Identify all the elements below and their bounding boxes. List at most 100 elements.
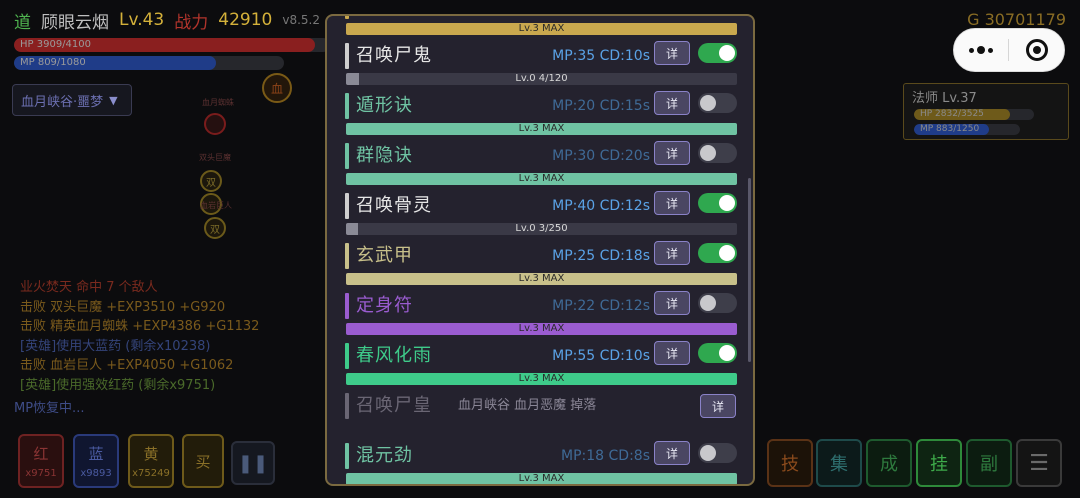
player-name: 顾眼云烟	[41, 12, 109, 33]
toggle-knob	[700, 95, 716, 111]
potion-count: x9893	[80, 468, 112, 479]
log-line: 击败 精英血月蜘蛛 +EXP4386 +G1132	[20, 319, 260, 334]
target-card[interactable]: 法师 Lv.37 HP 2832/3525 MP 883/1250	[903, 83, 1069, 140]
toggle-knob	[700, 145, 716, 161]
more-dots-icon[interactable]	[954, 46, 1008, 54]
skill-level-bar: Lv.3 MAX	[346, 123, 737, 135]
skill-stats: MP:22 CD:12s	[552, 298, 650, 314]
skill-toggle[interactable]	[698, 43, 737, 63]
skill-name: 遁形诀	[356, 95, 413, 116]
skill-name: 群隐诀	[356, 145, 413, 166]
auto-battle-button[interactable]: 挂	[916, 439, 962, 487]
dungeon-button[interactable]: 副	[966, 439, 1012, 487]
menu-button[interactable]: ☰	[1016, 439, 1062, 487]
skill-toggle[interactable]	[698, 193, 737, 213]
skill-name: 定身符	[356, 295, 413, 316]
skill-stats: MP:25 CD:18s	[552, 248, 650, 264]
pause-button[interactable]: ❚❚	[231, 441, 275, 485]
battle-log: 业火焚天 命中 7 个敌人 击败 双头巨魔 +EXP3510 +G920 击败 …	[20, 278, 259, 395]
circle-close-icon[interactable]	[1009, 39, 1064, 61]
target-hp-text: HP 2832/3525	[920, 109, 984, 119]
map-node-label: 血月蜘蛛	[202, 98, 234, 107]
game-screen: 道 顾眼云烟 Lv.43 战力 42910 v8.5.2 G 30701179 …	[0, 0, 1080, 498]
skill-level-bar: Lv.3 MAX	[346, 273, 737, 285]
skill-level-text: Lv.3 MAX	[518, 473, 565, 484]
skill-toggle[interactable]	[698, 293, 737, 313]
buy-label: 买	[195, 452, 211, 471]
skill-row: 召唤骨灵 MP:40 CD:12s Lv.0 3/250 详	[345, 190, 737, 240]
player-mp-bar: MP 809/1080	[14, 56, 284, 70]
toggle-knob	[700, 445, 716, 461]
player-header: 道 顾眼云烟 Lv.43 战力 42910 v8.5.2	[14, 8, 320, 33]
skill-level-bar: Lv.3 MAX	[346, 173, 737, 185]
skill-level-bar: Lv.3 MAX	[346, 323, 737, 335]
skill-accent	[345, 293, 349, 319]
potion-count: x75249	[132, 468, 170, 479]
skill-level-bar: Lv.3 MAX	[346, 23, 737, 35]
skill-toggle[interactable]	[698, 443, 737, 463]
skill-accent	[345, 393, 349, 419]
log-line: [英雄]使用大蓝药 (剩余x10238)	[20, 338, 211, 354]
map-node-label: 血岩巨人	[200, 201, 232, 210]
skill-button[interactable]: 技	[767, 439, 813, 487]
skill-detail-button[interactable]: 详	[654, 191, 690, 215]
skill-accent	[345, 243, 349, 269]
version-label: v8.5.2	[282, 13, 320, 27]
dao-badge: 道	[14, 12, 31, 33]
toggle-knob	[719, 45, 735, 61]
skill-detail-button[interactable]: 详	[654, 341, 690, 365]
map-node[interactable]: 血	[262, 73, 292, 103]
skill-stats: MP:55 CD:10s	[552, 348, 650, 364]
map-select[interactable]: 血月峡谷·噩梦 ▼	[12, 84, 132, 116]
skill-row: 混元劲 MP:18 CD:8s Lv.3 MAX 详	[345, 440, 737, 484]
target-name: 法师 Lv.37	[912, 91, 977, 106]
skill-toggle[interactable]	[698, 93, 737, 113]
map-node[interactable]	[204, 113, 226, 135]
skill-level-bar: Lv.3 MAX	[346, 373, 737, 385]
skill-level-text: Lv.3 MAX	[518, 323, 565, 334]
skill-row: 玄武甲 MP:25 CD:18s Lv.3 MAX 详	[345, 240, 737, 290]
skill-accent	[345, 93, 349, 119]
skill-accent	[345, 16, 349, 19]
player-hp-text: HP 3909/4100	[20, 39, 91, 50]
skill-level-text: Lv.3 MAX	[518, 173, 565, 184]
skill-stats: MP:30 CD:20s	[552, 148, 650, 164]
skill-stats: MP:40 CD:12s	[552, 198, 650, 214]
log-line: 击败 血岩巨人 +EXP4050 +G1062	[20, 358, 234, 373]
potion-label: 红	[33, 445, 49, 463]
skills-scrollbar[interactable]	[748, 178, 751, 362]
skill-name: 混元劲	[356, 445, 413, 466]
map-node[interactable]: 双	[200, 170, 222, 192]
miniprogram-capsule	[953, 28, 1065, 72]
blue-potion-button[interactable]: 蓝 x9893	[73, 434, 119, 488]
buy-button[interactable]: 买	[182, 434, 224, 488]
skill-detail-button[interactable]: 详	[654, 14, 690, 15]
skill-detail-button[interactable]: 详	[700, 394, 736, 418]
skill-toggle[interactable]	[698, 143, 737, 163]
skill-name: 玄武甲	[356, 245, 413, 266]
achievement-button[interactable]: 成	[866, 439, 912, 487]
skill-detail-button[interactable]: 详	[654, 241, 690, 265]
skill-level-bar: Lv.0 3/250	[346, 223, 737, 235]
skill-level-text: Lv.0 3/250	[515, 223, 568, 234]
skill-toggle[interactable]	[698, 343, 737, 363]
skill-detail-button[interactable]: 详	[654, 291, 690, 315]
potion-label: 黄	[143, 445, 159, 463]
toggle-knob	[700, 295, 716, 311]
skill-detail-button[interactable]: 详	[654, 441, 690, 465]
skill-level-bar: Lv.3 MAX	[346, 473, 737, 484]
skill-stats: MP:20 CD:15s	[552, 98, 650, 114]
skill-level-bar: Lv.0 4/120	[346, 73, 737, 85]
potion-label: 蓝	[88, 445, 104, 463]
red-potion-button[interactable]: 红 x9751	[18, 434, 64, 488]
skills-list[interactable]: Lv.3 MAX详召唤尸鬼MP:35 CD:10sLv.0 4/120详遁形诀M…	[327, 16, 753, 484]
map-node[interactable]: 双	[204, 217, 226, 239]
skill-toggle[interactable]	[698, 243, 737, 263]
skill-detail-button[interactable]: 详	[654, 91, 690, 115]
skill-detail-button[interactable]: 详	[654, 141, 690, 165]
skill-detail-button[interactable]: 详	[654, 41, 690, 65]
gather-button[interactable]: 集	[816, 439, 862, 487]
toggle-knob	[719, 195, 735, 211]
yellow-potion-button[interactable]: 黄 x75249	[128, 434, 174, 488]
target-mp-text: MP 883/1250	[920, 124, 980, 134]
